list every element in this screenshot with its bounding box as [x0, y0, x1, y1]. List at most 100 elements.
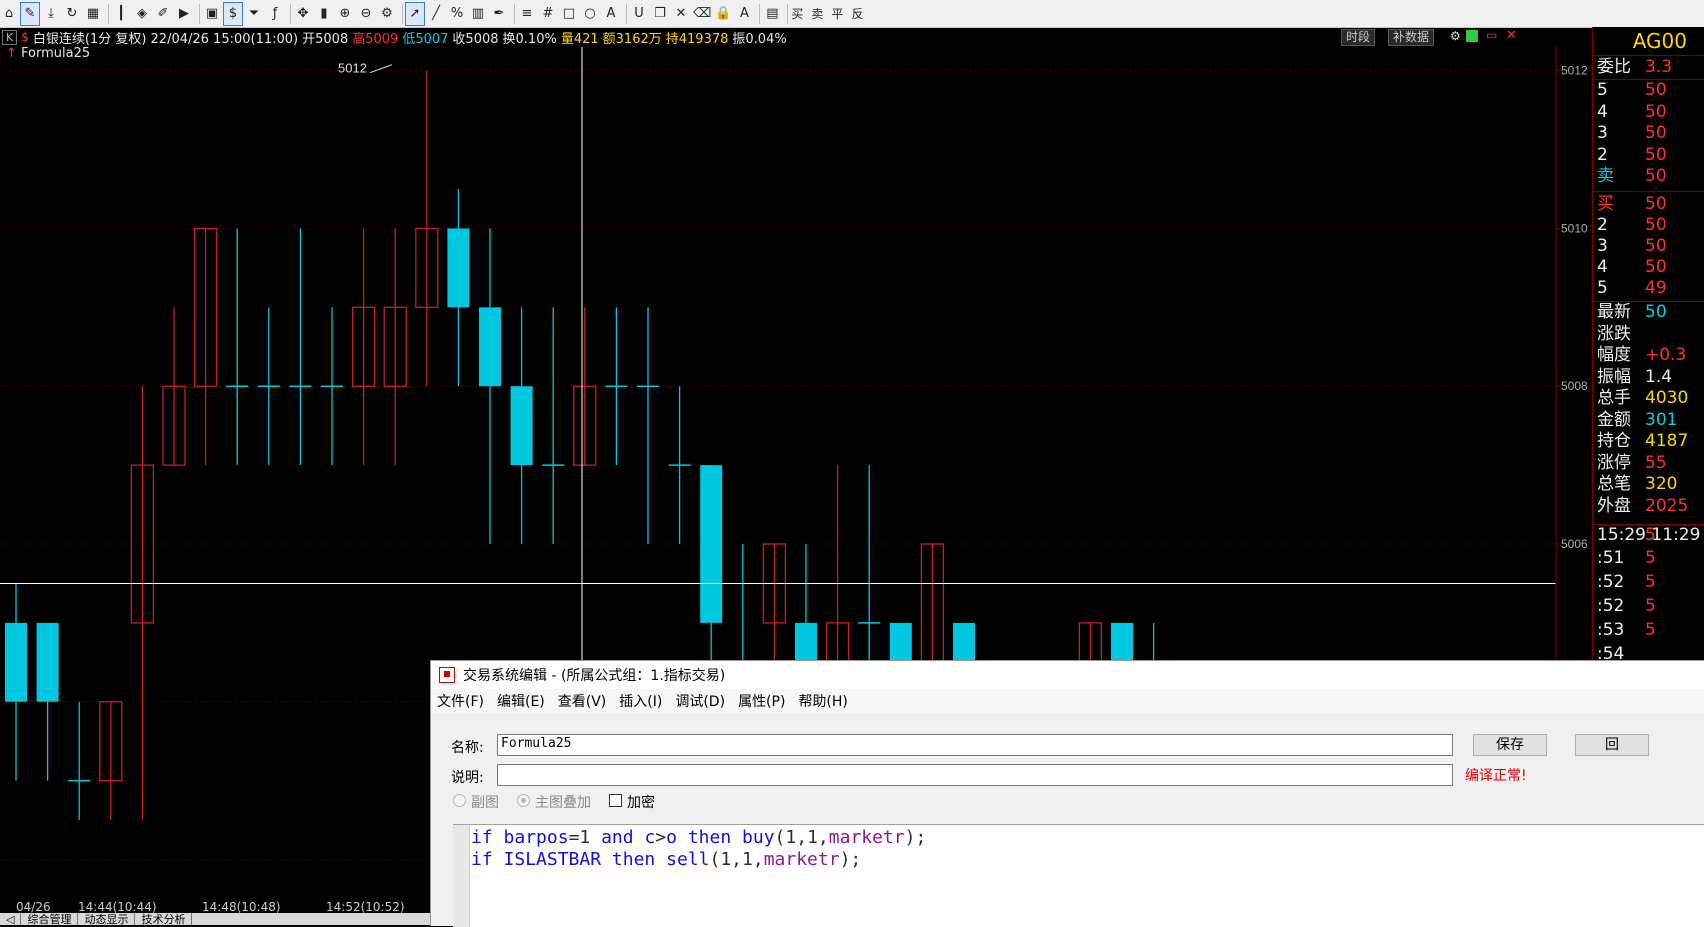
- price-tick-label: 5008: [1561, 379, 1588, 393]
- home-icon[interactable]: ⌂: [0, 3, 18, 25]
- panel-symbol: AG00: [1593, 27, 1704, 56]
- stat-row: 金额 301: [1593, 410, 1704, 431]
- circle-icon[interactable]: ○: [581, 3, 599, 25]
- download-icon[interactable]: ⤓: [42, 3, 60, 25]
- cancel-button[interactable]: 回: [1575, 734, 1649, 756]
- line-icon[interactable]: ╱: [427, 3, 445, 25]
- copy-icon[interactable]: ❐: [651, 3, 669, 25]
- code-token: marketr: [763, 849, 840, 870]
- price-tick-label: 5012: [1561, 64, 1588, 78]
- buy-button[interactable]: 买: [791, 5, 803, 22]
- move-icon[interactable]: ✥: [294, 3, 312, 25]
- save-icon[interactable]: ▤: [763, 3, 781, 25]
- close-icon[interactable]: ✕: [672, 3, 690, 25]
- code-text[interactable]: if barpos=1 and c>o then buy(1,1,marketr…: [471, 827, 926, 871]
- rect-icon[interactable]: □: [560, 3, 578, 25]
- encrypt-checkbox[interactable]: [609, 794, 622, 807]
- tab-general[interactable]: 综合管理: [21, 913, 79, 925]
- amplitude: 振0.04%: [732, 31, 787, 47]
- menu-edit[interactable]: 编辑(E): [497, 691, 545, 711]
- panel-label: 5: [1597, 80, 1608, 100]
- panel-value: 50: [1645, 101, 1667, 122]
- lock-icon[interactable]: 🔒: [714, 3, 732, 25]
- formula-icon[interactable]: ƒ: [266, 3, 284, 25]
- ask-row: 4 50: [1593, 102, 1704, 123]
- close-icon[interactable]: ✕: [1506, 28, 1517, 43]
- period-button[interactable]: 时段: [1341, 29, 1376, 46]
- turnover-rate: 换0.10%: [502, 31, 557, 47]
- reverse-button[interactable]: 反: [851, 5, 863, 22]
- dollar-icon[interactable]: $: [223, 1, 243, 26]
- play-icon[interactable]: ▶: [175, 3, 193, 25]
- formula-name: Formula25: [21, 46, 91, 61]
- panel-value: +0.3: [1645, 345, 1687, 365]
- dialog-title-bar[interactable]: 交易系统编辑 - (所属公式组：1.指标交易): [431, 661, 1704, 689]
- bar-icon[interactable]: ▮: [315, 3, 333, 25]
- main-overlay-radio[interactable]: [517, 794, 530, 807]
- code-token: 1: [579, 827, 591, 848]
- zoom-out-icon[interactable]: ⊖: [357, 3, 375, 25]
- quote-info-bar: K $ 白银连续(1分 复权) 22/04/26 15:00(11:00) 开5…: [0, 27, 1592, 47]
- edit-icon[interactable]: ✐: [154, 3, 172, 25]
- bid-row: 3 50: [1593, 236, 1704, 257]
- level-icon[interactable]: ≡: [518, 3, 536, 25]
- save-button[interactable]: 保存: [1473, 734, 1547, 756]
- sell-button[interactable]: 卖: [811, 5, 823, 22]
- green-status-icon[interactable]: [1466, 30, 1478, 42]
- subchart-radio[interactable]: [453, 794, 466, 807]
- ask-row: 5 50: [1593, 80, 1704, 101]
- grid-icon[interactable]: ▥: [469, 3, 487, 25]
- fill-data-button[interactable]: 补数据: [1388, 29, 1435, 46]
- trash-icon[interactable]: ⌫: [693, 3, 711, 25]
- code-token: if: [471, 849, 493, 870]
- refresh-icon[interactable]: ↻: [63, 3, 81, 25]
- filter-icon[interactable]: ⏷: [245, 3, 263, 25]
- main-overlay-label: 主图叠加: [535, 795, 591, 811]
- gear-icon[interactable]: ⚙: [1450, 30, 1462, 42]
- bid-row: 2 50: [1593, 215, 1704, 236]
- hash-icon[interactable]: #: [539, 3, 557, 25]
- percent-icon[interactable]: %: [448, 3, 466, 25]
- toolbar-separator: [402, 3, 403, 24]
- pen-icon[interactable]: ✒: [490, 3, 508, 25]
- restore-icon[interactable]: ▭: [1486, 28, 1497, 42]
- menu-insert[interactable]: 插入(I): [619, 691, 662, 711]
- menu-help[interactable]: 帮助(H): [798, 691, 847, 711]
- menu-properties[interactable]: 属性(P): [738, 691, 785, 711]
- zoom-in-icon[interactable]: ⊕: [336, 3, 354, 25]
- toolbar-separator: [626, 3, 627, 24]
- toolbar-separator: [759, 3, 761, 24]
- candlestick-icon[interactable]: ┃: [112, 3, 130, 25]
- candle-down: [479, 307, 501, 387]
- tab-technical[interactable]: 技术分析: [135, 913, 193, 925]
- window-icon[interactable]: ▣: [203, 3, 221, 25]
- code-token: ISLASTBAR: [503, 849, 602, 870]
- code-editor[interactable]: if barpos=1 and c>o then buy(1,1,marketr…: [453, 824, 1704, 927]
- panel-value: 50: [1645, 302, 1667, 322]
- tab-dynamic[interactable]: 动态显示: [78, 913, 136, 925]
- color-icon[interactable]: A: [735, 3, 753, 25]
- draw-icon[interactable]: ✎: [20, 1, 40, 26]
- menu-file[interactable]: 文件(F): [437, 691, 484, 711]
- panel-label: 2: [1597, 215, 1608, 235]
- panel-value: 55: [1645, 452, 1667, 473]
- menu-view[interactable]: 查看(V): [558, 691, 607, 711]
- panel-value: 5: [1645, 525, 1656, 545]
- panel-label: 总笔: [1597, 474, 1631, 494]
- text-icon[interactable]: A: [602, 3, 620, 25]
- description-input[interactable]: [497, 764, 1453, 786]
- tab-prev-icon[interactable]: ◁: [0, 913, 22, 925]
- code-line[interactable]: if ISLASTBAR then sell(1,1,marketr);: [471, 849, 926, 871]
- layout-icon[interactable]: ▦: [84, 3, 102, 25]
- code-line[interactable]: if barpos=1 and c>o then buy(1,1,marketr…: [471, 827, 926, 849]
- k-period-badge[interactable]: K: [2, 29, 18, 45]
- close-position-button[interactable]: 平: [831, 5, 843, 22]
- menu-debug[interactable]: 调试(D): [675, 691, 725, 711]
- stock-icon[interactable]: ◈: [133, 3, 151, 25]
- settings-icon[interactable]: ⚙: [378, 3, 396, 25]
- name-input[interactable]: Formula25: [497, 734, 1453, 756]
- cursor-icon[interactable]: ➚: [405, 1, 425, 26]
- code-token: (: [774, 827, 786, 848]
- magnet-icon[interactable]: U: [630, 3, 648, 25]
- panel-label: 3: [1597, 123, 1608, 143]
